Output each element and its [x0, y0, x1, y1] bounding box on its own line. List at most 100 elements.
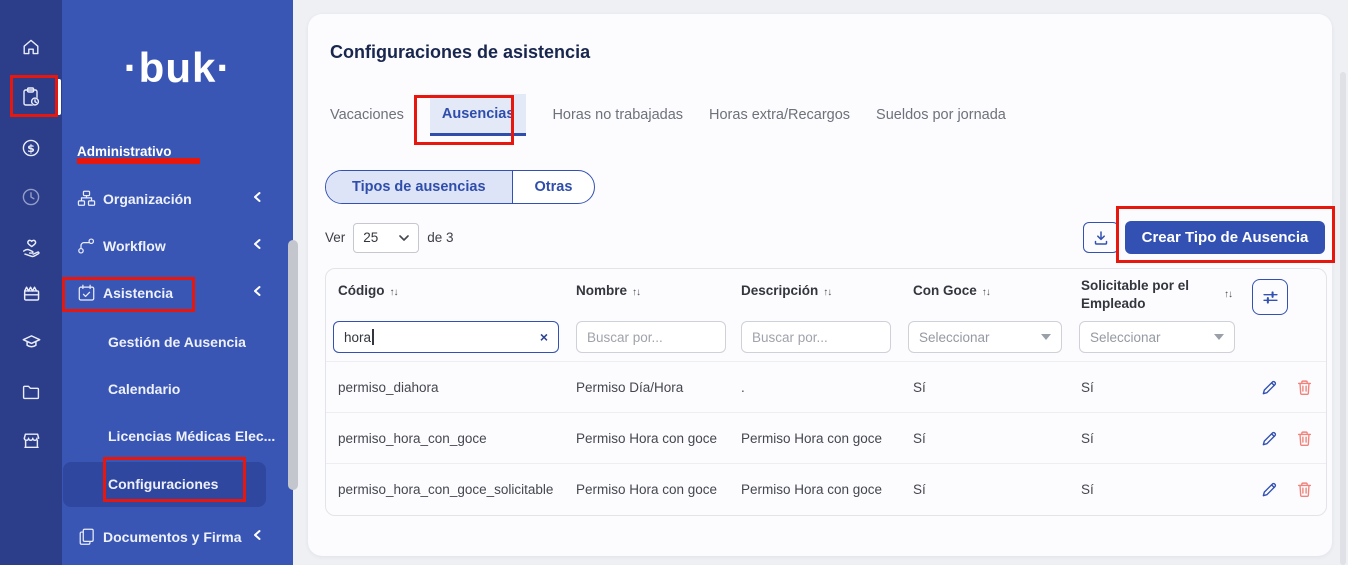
text-cursor	[372, 329, 374, 345]
sliders-icon	[1262, 289, 1279, 306]
edit-pencil-icon[interactable]	[1261, 379, 1279, 397]
column-header-codigo[interactable]: Código↑↓	[338, 283, 398, 298]
chevron-left-icon[interactable]	[252, 237, 262, 255]
descripcion-filter-input[interactable]	[741, 321, 891, 353]
calendar-check-icon	[77, 284, 96, 303]
sidebar: ·buk· Administrativo Organización Workfl…	[62, 0, 293, 565]
cell-con-goce: Sí	[913, 413, 926, 464]
marketplace-store-icon[interactable]	[19, 428, 43, 452]
page-scrollbar[interactable]	[1340, 72, 1346, 565]
sidebar-item-label: Gestión de Ausencia	[108, 334, 246, 350]
sidebar-item-asistencia[interactable]: Asistencia	[62, 276, 293, 310]
cell-con-goce: Sí	[913, 464, 926, 515]
solicitable-filter-select[interactable]: Seleccionar	[1079, 321, 1235, 353]
chevron-left-icon[interactable]	[252, 284, 262, 302]
gifts-box-icon[interactable]	[19, 280, 43, 304]
cell-nombre: Permiso Día/Hora	[576, 362, 683, 413]
sort-icon[interactable]: ↑↓	[982, 287, 990, 298]
pagination-row: Ver 25 de 3	[325, 222, 454, 253]
sidebar-item-licencias-medicas[interactable]: Licencias Médicas Elec...	[62, 419, 293, 453]
cell-nombre: Permiso Hora con goce	[576, 464, 717, 515]
column-header-nombre[interactable]: Nombre↑↓	[576, 283, 640, 298]
column-header-descripcion[interactable]: Descripción↑↓	[741, 283, 831, 298]
toggle-tipos-de-ausencias[interactable]: Tipos de ausencias	[326, 171, 512, 203]
tab-sueldos-por-jornada[interactable]: Sueldos por jornada	[876, 94, 1006, 136]
column-settings-button[interactable]	[1252, 279, 1288, 315]
sidebar-item-label: Organización	[103, 191, 192, 207]
chevron-down-icon	[399, 235, 409, 241]
cell-solicitable: Sí	[1081, 362, 1094, 413]
org-chart-icon	[77, 190, 96, 209]
column-header-solicitable[interactable]: Solicitable por el Empleado	[1081, 277, 1213, 312]
cell-descripcion: .	[741, 362, 745, 413]
sidebar-item-workflow[interactable]: Workflow	[62, 229, 293, 263]
svg-text:$: $	[27, 142, 35, 155]
nombre-filter-input[interactable]	[576, 321, 726, 353]
buk-logo[interactable]: ·buk·	[62, 44, 293, 92]
page-size-select[interactable]: 25	[353, 223, 419, 253]
delete-trash-icon[interactable]	[1296, 430, 1314, 448]
sidebar-item-organizacion[interactable]: Organización	[62, 182, 293, 216]
table-row: permiso_hora_con_goce_solicitable Permis…	[326, 463, 1326, 515]
tab-horas-no-trabajadas[interactable]: Horas no trabajadas	[552, 94, 683, 136]
total-count-label: de 3	[427, 230, 453, 245]
icon-rail: $	[0, 0, 62, 565]
caret-down-icon	[1214, 334, 1224, 340]
documents-copy-icon	[77, 528, 96, 547]
sort-icon[interactable]: ↑↓	[1224, 289, 1232, 300]
time-clock-icon[interactable]	[19, 185, 43, 209]
home-icon[interactable]	[19, 35, 43, 59]
sidebar-section-label: Administrativo	[77, 144, 172, 159]
codigo-filter-input[interactable]: hora ×	[333, 321, 559, 353]
tab-ausencias[interactable]: Ausencias	[430, 94, 527, 136]
payroll-dollar-icon[interactable]: $	[19, 136, 43, 160]
sidebar-item-label: Workflow	[103, 238, 166, 254]
tab-vacaciones[interactable]: Vacaciones	[330, 94, 404, 136]
sidebar-item-label: Calendario	[108, 381, 180, 397]
attendance-clipboard-icon[interactable]	[19, 85, 43, 109]
cell-descripcion: Permiso Hora con goce	[741, 464, 882, 515]
cell-nombre: Permiso Hora con goce	[576, 413, 717, 464]
cell-codigo: permiso_hora_con_goce	[338, 413, 487, 464]
edit-pencil-icon[interactable]	[1261, 481, 1279, 499]
sidebar-item-label: Licencias Médicas Elec...	[108, 428, 275, 444]
delete-trash-icon[interactable]	[1296, 379, 1314, 397]
sidebar-item-calendario[interactable]: Calendario	[62, 372, 293, 406]
sidebar-item-documentos-y-firma[interactable]: Documentos y Firma	[62, 520, 293, 554]
sort-icon[interactable]: ↑↓	[823, 287, 831, 298]
edit-pencil-icon[interactable]	[1261, 430, 1279, 448]
chevron-left-icon[interactable]	[252, 190, 262, 208]
tab-horas-extra-recargos[interactable]: Horas extra/Recargos	[709, 94, 850, 136]
training-graduation-icon[interactable]	[19, 330, 43, 354]
page-size-label: Ver	[325, 230, 345, 245]
sidebar-item-configuraciones[interactable]: Configuraciones	[62, 467, 293, 501]
create-tipo-ausencia-button[interactable]: Crear Tipo de Ausencia	[1125, 221, 1325, 254]
column-header-con-goce[interactable]: Con Goce↑↓	[913, 283, 990, 298]
sort-icon[interactable]: ↑↓	[390, 287, 398, 298]
sidebar-item-gestion-de-ausencia[interactable]: Gestión de Ausencia	[62, 325, 293, 359]
files-folder-icon[interactable]	[19, 380, 43, 404]
download-icon	[1093, 230, 1109, 246]
table-row: permiso_hora_con_goce Permiso Hora con g…	[326, 412, 1326, 464]
cell-descripcion: Permiso Hora con goce	[741, 413, 882, 464]
sort-icon[interactable]: ↑↓	[632, 287, 640, 298]
toggle-otras[interactable]: Otras	[512, 171, 595, 203]
chevron-left-icon[interactable]	[252, 528, 262, 546]
absence-types-table: Código↑↓ Nombre↑↓ Descripción↑↓ Con Goce…	[325, 268, 1327, 516]
page-title: Configuraciones de asistencia	[330, 42, 590, 63]
cell-codigo: permiso_diahora	[338, 362, 439, 413]
download-button[interactable]	[1083, 222, 1119, 253]
cell-codigo: permiso_hora_con_goce_solicitable	[338, 464, 553, 515]
con-goce-filter-select[interactable]: Seleccionar	[908, 321, 1062, 353]
sidebar-scrollbar-thumb[interactable]	[288, 240, 298, 490]
workflow-icon	[77, 237, 96, 256]
delete-trash-icon[interactable]	[1296, 481, 1314, 499]
rail-active-indicator	[57, 79, 61, 115]
tab-bar: Vacaciones Ausencias Horas no trabajadas…	[330, 94, 1006, 136]
table-row: permiso_diahora Permiso Día/Hora . Sí Sí	[326, 361, 1326, 413]
sidebar-item-label: Documentos y Firma	[103, 529, 241, 545]
clear-icon[interactable]: ×	[540, 329, 548, 345]
sidebar-item-label: Configuraciones	[108, 476, 218, 492]
view-toggle: Tipos de ausencias Otras	[325, 170, 595, 204]
benefits-hand-heart-icon[interactable]	[19, 235, 43, 259]
